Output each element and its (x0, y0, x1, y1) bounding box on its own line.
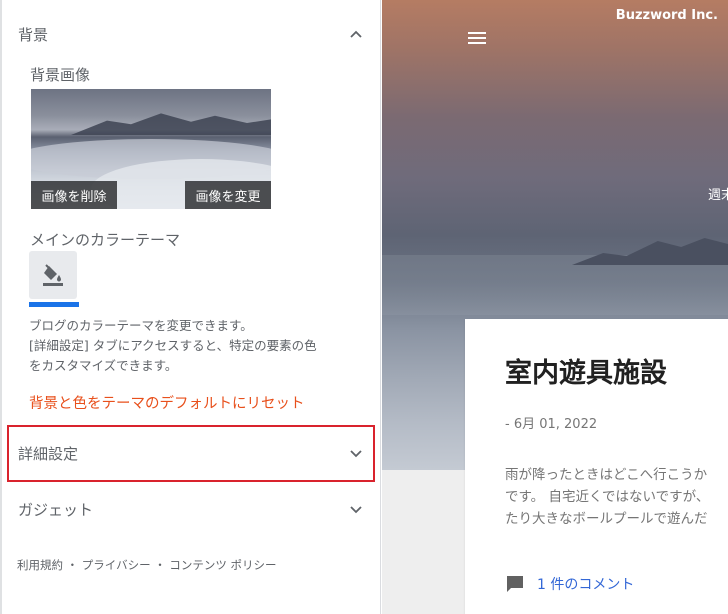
background-section-title: 背景 (18, 25, 49, 44)
description-line: [詳細設定] タブにアクセスすると、特定の要素の色 (29, 338, 317, 353)
hero-side-text: 週末 (708, 188, 728, 203)
delete-image-button[interactable]: 画像を削除 (31, 181, 117, 209)
selected-color-bar (29, 302, 79, 307)
description-line: ブログのカラーテーマを変更できます。 (29, 318, 253, 333)
bg-image-label: 背景画像 (30, 66, 91, 84)
blog-preview: Buzzword Inc. 週末 室内遊具施設 - 6月 01, 2022 雨が… (382, 0, 728, 614)
chevron-up-icon (349, 27, 363, 41)
hero-mountain (572, 238, 728, 265)
post-date: - 6月 01, 2022 (505, 417, 598, 432)
post-body-line: です。 自宅近くではないですが、 (505, 489, 710, 505)
post-body: 雨が降ったときはどこへ行こうか です。 自宅近くではないですが、 たり大きなボー… (505, 464, 728, 530)
theme-description: ブログのカラーテーマを変更できます。 [詳細設定] タブにアクセスすると、特定の… (29, 316, 359, 376)
main-theme-label: メインのカラーテーマ (30, 231, 181, 249)
highlight-box (7, 425, 375, 482)
menu-icon[interactable] (468, 32, 486, 46)
footer-links[interactable]: 利用規約 ・ プライバシー ・ コンテンツ ポリシー (17, 557, 277, 573)
post-card: 室内遊具施設 - 6月 01, 2022 雨が降ったときはどこへ行こうか です。… (465, 319, 728, 614)
post-title[interactable]: 室内遊具施設 (505, 351, 667, 390)
gadget-section-header[interactable]: ガジェット (0, 487, 381, 531)
customize-panel: 背景 背景画像 画像を削除 画像を変更 メインのカラーテーマ ブログのカラーテー… (0, 0, 381, 614)
paint-bucket-icon (29, 251, 77, 299)
chevron-down-icon (349, 502, 363, 516)
post-body-line: たり大きなボールプールで遊んだ (505, 511, 708, 527)
color-theme-swatch[interactable] (29, 251, 79, 309)
blogger-theme-customizer: 背景 背景画像 画像を削除 画像を変更 メインのカラーテーマ ブログのカラーテー… (0, 0, 728, 614)
description-line: をカスタマイズできます。 (29, 358, 178, 373)
comments-link[interactable]: 1 件のコメント (505, 574, 634, 594)
comment-icon (507, 576, 523, 592)
blog-brand[interactable]: Buzzword Inc. (616, 8, 718, 23)
reset-colors-link[interactable]: 背景と色をテーマのデフォルトにリセット (29, 392, 305, 413)
change-image-button[interactable]: 画像を変更 (185, 181, 271, 209)
background-section-header[interactable]: 背景 (0, 12, 381, 56)
thumbnail-mountain (71, 113, 271, 135)
comments-count: 1 件のコメント (537, 577, 635, 593)
background-image-thumbnail: 画像を削除 画像を変更 (31, 89, 271, 209)
gadget-section-title: ガジェット (18, 500, 94, 519)
post-body-line: 雨が降ったときはどこへ行こうか (505, 467, 708, 483)
